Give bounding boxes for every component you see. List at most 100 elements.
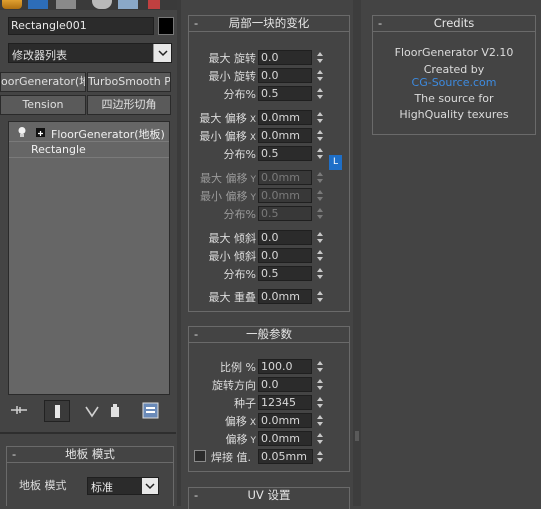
make-unique-icon[interactable] (84, 404, 100, 418)
field-spinner[interactable] (315, 188, 325, 203)
stack-item-label: FloorGenerator(地板) (51, 128, 165, 141)
credits-header[interactable]: - Credits (373, 16, 535, 32)
field-value[interactable]: 0.0 (258, 50, 312, 65)
field-value[interactable]: 0.0 (258, 230, 312, 245)
credits-line-version: FloorGenerator V2.10 (394, 46, 514, 59)
stack-item-floorgenerator[interactable]: FloorGenerator(地板) (9, 124, 169, 141)
field-spinner[interactable] (315, 146, 325, 161)
light-bulb-icon[interactable] (17, 126, 27, 138)
collapse-icon[interactable]: - (194, 327, 198, 342)
modifier-button-tension[interactable]: Tension (0, 95, 86, 115)
field-label: 最大 偏移 X (199, 110, 256, 126)
field-spinner[interactable] (315, 68, 325, 83)
field-spinner[interactable] (315, 248, 325, 263)
field-label-text: 最小 旋转 (208, 70, 257, 83)
field-label-text: 分布% (223, 208, 256, 221)
object-color-swatch[interactable] (158, 17, 174, 35)
field-spinner[interactable] (315, 50, 325, 65)
field-label-axis: Y (250, 193, 257, 203)
collapse-icon[interactable]: - (194, 488, 198, 503)
panel-resize-grip-icon[interactable] (355, 430, 359, 442)
field-label-axis: Y (250, 175, 257, 185)
modifier-stack[interactable]: FloorGenerator(地板) Rectangle (8, 121, 170, 395)
field-spinner[interactable] (315, 266, 325, 281)
field-value[interactable]: 0.0mm (258, 431, 312, 446)
field-value[interactable]: 0.5 (258, 146, 312, 161)
hierarchy-icon[interactable] (56, 0, 76, 9)
create-icon[interactable] (2, 0, 22, 9)
remove-modifier-icon[interactable] (108, 403, 122, 418)
weld-spinner[interactable] (315, 449, 325, 464)
field-value[interactable]: 12345 (258, 395, 312, 410)
pin-stack-icon[interactable] (10, 404, 28, 416)
field-label: 最小 偏移 X (199, 128, 256, 144)
field-spinner[interactable] (315, 377, 325, 392)
field-spinner[interactable] (315, 289, 325, 304)
motion-icon[interactable] (92, 0, 112, 9)
field-label-text: 偏移 (225, 433, 248, 446)
field-value[interactable]: 0.0 (258, 248, 312, 263)
show-end-result-icon[interactable] (44, 400, 70, 422)
field-value[interactable]: 0.0 (258, 68, 312, 83)
object-name-field[interactable]: Rectangle001 (8, 17, 154, 35)
display-icon[interactable] (118, 0, 138, 9)
collapse-icon[interactable]: - (194, 16, 198, 31)
floor-mode-label: 地板 模式 (19, 479, 67, 492)
field-label: 分布% (224, 146, 256, 162)
field-value[interactable]: 0.0mm (258, 110, 312, 125)
weld-checkbox[interactable] (194, 450, 206, 462)
lock-button[interactable]: L (329, 155, 342, 170)
field-spinner[interactable] (315, 431, 325, 446)
field-spinner[interactable] (315, 395, 325, 410)
weld-value-field[interactable]: 0.05mm (258, 449, 313, 464)
utilities-icon[interactable] (148, 0, 160, 9)
field-label: 最大 倾斜 (209, 230, 257, 246)
modifier-button-turbosmooth[interactable]: TurboSmooth Pro (87, 72, 171, 92)
expand-plus-icon[interactable] (36, 128, 45, 137)
stack-toolbar (0, 398, 172, 424)
configure-modifier-sets-icon[interactable] (142, 402, 160, 420)
field-spinner[interactable] (315, 86, 325, 101)
field-value[interactable]: 0.5 (258, 206, 312, 221)
field-value[interactable]: 0.0mm (258, 289, 312, 304)
local-changes-title: 局部一块的变化 (228, 16, 310, 30)
field-spinner[interactable] (315, 110, 325, 125)
stack-item-rectangle[interactable]: Rectangle (9, 141, 169, 158)
field-spinner[interactable] (315, 206, 325, 221)
collapse-icon[interactable]: - (378, 16, 382, 31)
field-spinner[interactable] (315, 413, 325, 428)
field-value[interactable]: 100.0 (258, 359, 312, 374)
field-label: 分布% (224, 86, 256, 102)
modifier-list-dropdown[interactable]: 修改器列表 (8, 43, 172, 63)
modifier-button-floorgenerator[interactable]: oorGenerator(地林 (0, 72, 86, 92)
weld-label: 焊接 值. (211, 451, 251, 464)
field-label-text: 最小 偏移 (199, 130, 247, 143)
field-value[interactable]: 0.0mm (258, 188, 312, 203)
field-spinner[interactable] (315, 128, 325, 143)
field-value[interactable]: 0.0 (258, 377, 312, 392)
field-value[interactable]: 0.0mm (258, 170, 312, 185)
field-spinner[interactable] (315, 359, 325, 374)
field-label: 最大 旋转 (209, 50, 257, 66)
modify-icon[interactable] (28, 0, 48, 9)
field-label: 旋转方向 (212, 377, 256, 393)
credits-line-source: The source for (414, 92, 494, 105)
field-label: 比例 % (220, 359, 256, 375)
floor-mode-title: 地板 模式 (65, 447, 115, 461)
credits-link[interactable]: CG-Source.com (373, 76, 535, 89)
uv-settings-header[interactable]: - UV 设置 (189, 488, 349, 504)
field-value[interactable]: 0.0mm (258, 413, 312, 428)
local-changes-header[interactable]: - 局部一块的变化 (189, 16, 349, 32)
field-value[interactable]: 0.5 (258, 86, 312, 101)
field-spinner[interactable] (315, 230, 325, 245)
field-value[interactable]: 0.5 (258, 266, 312, 281)
floor-mode-dropdown[interactable]: 标准 (87, 477, 159, 495)
modifier-button-quad-chamfer[interactable]: 四边形切角 (87, 95, 171, 115)
field-spinner[interactable] (315, 170, 325, 185)
floor-mode-rollout-header[interactable]: - 地板 模式 (7, 447, 173, 463)
collapse-icon[interactable]: - (12, 447, 16, 462)
field-label: 分布% (224, 206, 256, 222)
field-label-text: 最大 重叠 (208, 291, 257, 304)
field-value[interactable]: 0.0mm (258, 128, 312, 143)
general-params-header[interactable]: - 一般参数 (189, 327, 349, 343)
